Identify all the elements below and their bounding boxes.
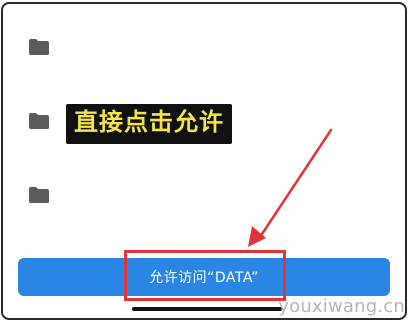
instruction-text: 直接点击允许 <box>74 108 224 136</box>
folder-list-item[interactable] <box>28 186 388 214</box>
folder-icon <box>28 112 50 130</box>
site-watermark: youxiwang.cn <box>278 296 405 317</box>
home-indicator <box>132 307 282 311</box>
allow-access-button[interactable]: 允许访问“DATA” <box>18 258 390 296</box>
instruction-callout: 直接点击允许 <box>66 104 232 144</box>
folder-icon <box>28 186 50 204</box>
folder-list-item[interactable] <box>28 38 388 66</box>
screenshot: 直接点击允许 允许访问“DATA” youxiwang.cn <box>0 0 411 323</box>
folder-icon <box>28 38 50 56</box>
allow-access-button-label: 允许访问“DATA” <box>149 270 259 286</box>
